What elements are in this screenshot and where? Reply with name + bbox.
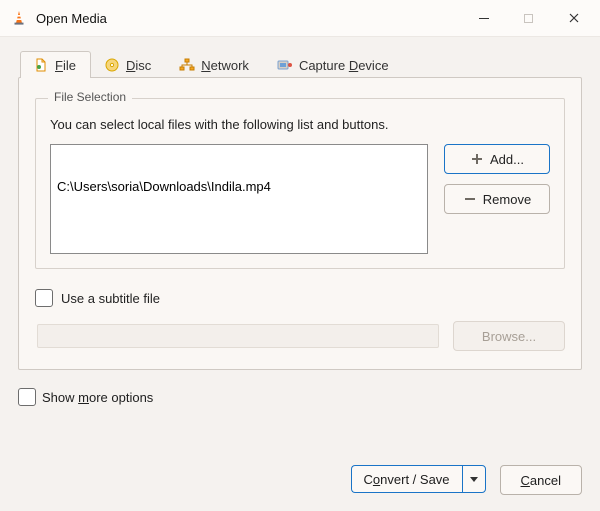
cancel-button[interactable]: Cancel <box>500 465 582 495</box>
tab-disc-label: Disc <box>126 58 151 73</box>
remove-button-label: Remove <box>483 192 531 207</box>
file-icon <box>33 57 49 73</box>
titlebar: Open Media <box>0 0 600 37</box>
capture-icon <box>277 57 293 73</box>
add-button-label: Add... <box>490 152 524 167</box>
open-media-window: Open Media <box>0 0 600 511</box>
remove-button[interactable]: Remove <box>444 184 550 214</box>
use-subtitle-checkbox[interactable] <box>35 289 53 307</box>
more-options-row: Show more options <box>18 388 582 406</box>
tab-capture[interactable]: Capture Device <box>264 51 404 78</box>
dialog-footer: Convert / Save Cancel <box>18 451 582 495</box>
tab-file-label: File <box>55 58 76 73</box>
browse-button: Browse... <box>453 321 565 351</box>
cancel-button-label: Cancel <box>521 473 561 488</box>
show-more-options-checkbox[interactable] <box>18 388 36 406</box>
browse-button-label: Browse... <box>482 329 536 344</box>
convert-save-label: Convert / Save <box>364 472 450 487</box>
chevron-down-icon <box>469 474 479 484</box>
window-controls <box>461 0 596 36</box>
tab-network[interactable]: Network <box>166 51 264 78</box>
tab-disc[interactable]: Disc <box>91 51 166 78</box>
add-button[interactable]: Add... <box>444 144 550 174</box>
show-more-options-label: Show more options <box>42 390 153 405</box>
maximize-button[interactable] <box>506 0 551 36</box>
window-title: Open Media <box>36 11 461 26</box>
minus-icon <box>463 192 477 206</box>
plus-icon <box>470 152 484 166</box>
convert-save-splitbutton: Convert / Save <box>351 465 486 493</box>
disc-icon <box>104 57 120 73</box>
tabs: File Disc <box>20 47 582 77</box>
tab-network-label: Network <box>201 58 249 73</box>
tab-file[interactable]: File <box>20 51 91 78</box>
tab-panel-file: File Selection You can select local file… <box>18 77 582 370</box>
tab-capture-label: Capture Device <box>299 58 389 73</box>
use-subtitle-label: Use a subtitle file <box>61 291 160 306</box>
convert-save-button[interactable]: Convert / Save <box>351 465 462 493</box>
convert-save-dropdown[interactable] <box>462 465 486 493</box>
subtitle-section: Use a subtitle file Browse... <box>35 289 565 351</box>
close-button[interactable] <box>551 0 596 36</box>
minimize-button[interactable] <box>461 0 506 36</box>
file-list[interactable]: C:\Users\soria\Downloads\Indila.mp4 <box>50 144 428 254</box>
file-selection-group: File Selection You can select local file… <box>35 98 565 269</box>
dialog-body: File Disc <box>0 37 600 511</box>
file-selection-legend: File Selection <box>48 90 132 104</box>
network-icon <box>179 57 195 73</box>
file-list-item[interactable]: C:\Users\soria\Downloads\Indila.mp4 <box>57 179 421 194</box>
subtitle-path-input <box>37 324 439 348</box>
file-selection-hint: You can select local files with the foll… <box>50 117 550 132</box>
vlc-cone-icon <box>10 9 28 27</box>
